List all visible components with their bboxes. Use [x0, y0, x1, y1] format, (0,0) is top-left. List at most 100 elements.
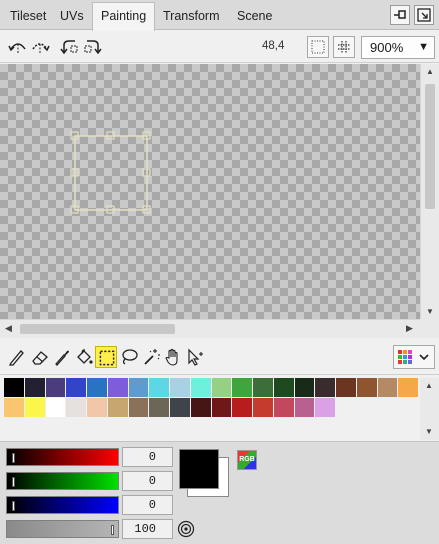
palette-swatch[interactable] [273, 398, 294, 417]
palette-swatch[interactable] [398, 378, 418, 397]
rotate-cw-button[interactable] [81, 36, 103, 58]
painting-toolbar: 48,4 900% ▼ [0, 31, 439, 63]
palette-swatch[interactable] [253, 378, 273, 397]
magic-wand-icon [144, 349, 160, 365]
red-slider[interactable] [6, 448, 119, 466]
palette-swatch[interactable] [24, 378, 45, 397]
tab-tileset[interactable]: Tileset [2, 3, 54, 30]
undock-button[interactable] [390, 5, 410, 25]
vertical-scroll-thumb[interactable] [425, 84, 435, 209]
palette-swatch[interactable] [170, 398, 190, 417]
canvas-horizontal-scrollbar[interactable]: ◀ ▶ [0, 319, 420, 338]
palette-swatch[interactable] [107, 398, 128, 417]
maximize-icon [417, 8, 431, 22]
palette-swatch[interactable] [45, 378, 66, 397]
palette-swatch[interactable] [377, 378, 398, 397]
lasso-icon [122, 349, 138, 365]
palette-swatch[interactable] [66, 378, 86, 397]
zoom-value: 900% [370, 40, 404, 55]
painting-tools [0, 339, 439, 375]
palette-swatch[interactable] [4, 398, 24, 417]
scroll-left-icon[interactable]: ◀ [5, 323, 12, 334]
alpha-value-field[interactable]: 100 [122, 519, 173, 539]
rotate-ccw-button[interactable] [59, 36, 81, 58]
hand-tool[interactable] [162, 346, 184, 368]
move-tool[interactable] [184, 346, 206, 368]
grid-dots-icon [311, 40, 325, 54]
palette-swatch[interactable] [170, 378, 190, 397]
alpha-slider-knob[interactable] [111, 525, 114, 535]
rgb-mode-button[interactable]: RGB [237, 450, 257, 470]
pencil-tool[interactable] [6, 346, 28, 368]
tab-transform[interactable]: Transform [155, 3, 228, 30]
tileset-grid-icon [398, 350, 429, 364]
scroll-up-icon[interactable]: ▲ [425, 381, 433, 390]
selection-rectangle[interactable] [0, 64, 420, 319]
blue-value-field[interactable]: 0 [122, 495, 173, 515]
foreground-color-swatch[interactable] [179, 449, 219, 489]
palette-swatch[interactable] [211, 378, 232, 397]
rect-select-tool[interactable] [95, 346, 117, 368]
palette-swatch[interactable] [232, 398, 252, 417]
green-slider[interactable] [6, 472, 119, 490]
pixel-grid-toggle[interactable] [307, 36, 329, 58]
palette-swatch[interactable] [87, 398, 107, 417]
lasso-tool[interactable] [118, 346, 140, 368]
green-slider-knob[interactable] [12, 477, 15, 487]
palette-swatch[interactable] [107, 378, 128, 397]
alpha-slider[interactable] [6, 520, 119, 538]
palette-swatch[interactable] [87, 378, 107, 397]
tileset-grid-button[interactable] [393, 345, 435, 369]
palette-swatch[interactable] [190, 378, 211, 397]
eraser-tool[interactable] [29, 346, 51, 368]
magic-wand-tool[interactable] [140, 346, 162, 368]
palette-swatch[interactable] [128, 378, 149, 397]
palette-swatch[interactable] [45, 398, 66, 417]
tab-uvs[interactable]: UVs [52, 3, 92, 30]
palette-swatch[interactable] [4, 378, 24, 397]
palette-swatch[interactable] [128, 398, 149, 417]
scroll-up-icon[interactable]: ▲ [426, 67, 434, 76]
flip-button[interactable] [29, 36, 51, 58]
palette-swatch[interactable] [294, 378, 315, 397]
maximize-button[interactable] [414, 5, 434, 25]
scroll-down-icon[interactable]: ▼ [426, 307, 434, 316]
horizontal-scroll-thumb[interactable] [20, 324, 175, 334]
painting-canvas[interactable] [0, 64, 420, 319]
scroll-down-icon[interactable]: ▼ [425, 427, 433, 436]
eyedropper-tool[interactable] [51, 346, 73, 368]
red-value-field[interactable]: 0 [122, 447, 173, 467]
tab-painting[interactable]: Painting [92, 2, 156, 31]
palette-swatch[interactable] [253, 398, 273, 417]
tab-bar: Tileset UVs Painting Transform Scene [0, 0, 439, 31]
palette-swatch[interactable] [149, 378, 169, 397]
palette-swatch[interactable] [190, 398, 211, 417]
palette-swatch[interactable] [273, 378, 294, 397]
tab-scene[interactable]: Scene [229, 3, 280, 30]
palette-swatch[interactable] [336, 378, 356, 397]
zoom-select[interactable]: 900% ▼ [361, 36, 435, 59]
blue-slider-knob[interactable] [12, 501, 15, 511]
palette-scrollbar[interactable]: ▲ ▼ [420, 378, 439, 440]
color-picker-target-icon[interactable] [177, 520, 195, 538]
cursor-coordinate-readout: 48,4 [262, 40, 285, 52]
blue-slider[interactable] [6, 496, 119, 514]
canvas-vertical-scrollbar[interactable]: ▲ ▼ [420, 64, 439, 319]
palette-swatch[interactable] [294, 398, 315, 417]
palette-swatch[interactable] [315, 378, 335, 397]
palette-swatch[interactable] [149, 398, 169, 417]
palette-swatch[interactable] [315, 398, 335, 417]
green-value-field[interactable]: 0 [122, 471, 173, 491]
rotate-ccw-icon [60, 40, 78, 55]
scroll-right-icon[interactable]: ▶ [406, 323, 413, 334]
palette-swatch[interactable] [66, 398, 86, 417]
palette-swatch[interactable] [232, 378, 252, 397]
palette-swatch[interactable] [211, 398, 232, 417]
palette-swatch[interactable] [356, 378, 377, 397]
fill-bucket-tool[interactable] [73, 346, 95, 368]
rotate-left-button[interactable] [7, 36, 29, 58]
tile-grid-toggle[interactable] [333, 36, 355, 58]
red-slider-knob[interactable] [12, 453, 15, 463]
rotate-left-icon [8, 43, 26, 53]
palette-swatch[interactable] [24, 398, 45, 417]
